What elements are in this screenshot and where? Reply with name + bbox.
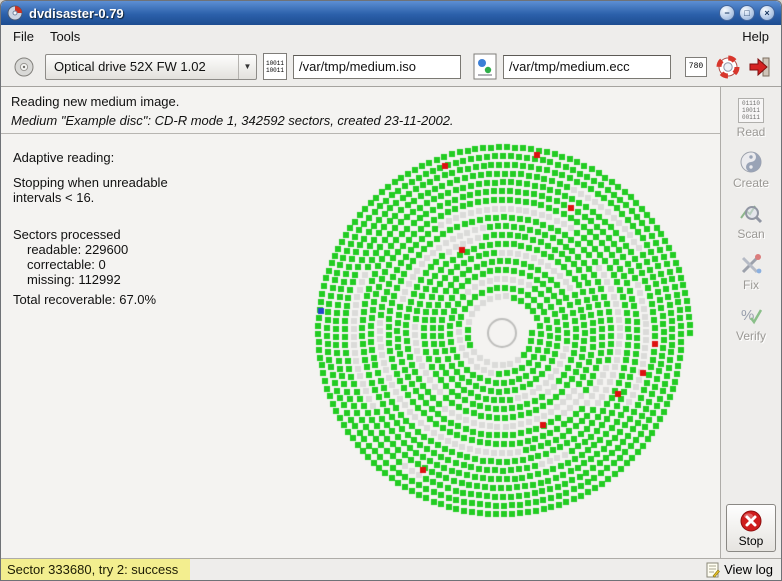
image-file-icon-text1: 10011 bbox=[266, 60, 284, 67]
scan-label: Scan bbox=[737, 227, 764, 241]
sector-spiral-canvas bbox=[307, 138, 697, 528]
preferences-icon-button[interactable]: 780 bbox=[683, 54, 709, 80]
status-line-primary: Reading new medium image. bbox=[11, 94, 710, 109]
minimize-icon[interactable]: − bbox=[719, 5, 735, 21]
verify-percent-icon: % bbox=[739, 303, 763, 327]
fix-button[interactable]: Fix bbox=[724, 249, 778, 295]
verify-button[interactable]: % Verify bbox=[724, 300, 778, 346]
quit-exit-icon bbox=[748, 55, 772, 79]
verify-label: Verify bbox=[736, 329, 766, 343]
adaptive-reading-heading: Adaptive reading: bbox=[13, 150, 168, 165]
drive-icon-button[interactable] bbox=[9, 52, 39, 82]
correctable-row: correctable: 0 bbox=[13, 257, 168, 272]
missing-label: missing: bbox=[27, 272, 75, 287]
ecc-file-input[interactable] bbox=[503, 55, 671, 79]
read-label: Read bbox=[737, 125, 766, 139]
action-sidebar: 01110 10011 00111 Read Create bbox=[721, 87, 781, 558]
chevron-down-icon: ▼ bbox=[238, 55, 256, 79]
drive-select-value: Optical drive 52X FW 1.02 bbox=[46, 59, 238, 74]
view-log-label: View log bbox=[724, 562, 773, 577]
status-line-medium-info: Medium "Example disc": CD-R mode 1, 3425… bbox=[11, 113, 710, 128]
create-button[interactable]: Create bbox=[724, 147, 778, 193]
yin-yang-create-icon bbox=[739, 150, 763, 174]
window-title: dvdisaster-0.79 bbox=[29, 6, 713, 21]
stop-label: Stop bbox=[739, 534, 764, 548]
body-row: Reading new medium image. Medium "Exampl… bbox=[1, 87, 781, 558]
status-area: Reading new medium image. Medium "Exampl… bbox=[1, 87, 720, 133]
preferences-icon: 780 bbox=[685, 57, 707, 77]
readable-label: readable: bbox=[27, 242, 81, 257]
correctable-label: correctable: bbox=[27, 257, 95, 272]
read-icon: 01110 10011 00111 bbox=[738, 98, 764, 123]
sectors-processed-heading: Sectors processed bbox=[13, 227, 168, 242]
maximize-icon[interactable]: □ bbox=[739, 5, 755, 21]
reading-content: Adaptive reading: Stopping when unreadab… bbox=[1, 134, 720, 558]
stop-button[interactable]: Stop bbox=[726, 504, 776, 552]
total-recoverable-line: Total recoverable: 67.0% bbox=[13, 292, 168, 307]
readable-row: readable: 229600 bbox=[13, 242, 168, 257]
read-button[interactable]: 01110 10011 00111 Read bbox=[724, 95, 778, 142]
quit-icon-button[interactable] bbox=[747, 54, 773, 80]
optical-drive-icon bbox=[12, 55, 36, 79]
readable-value: 229600 bbox=[85, 242, 128, 257]
missing-value: 112992 bbox=[78, 272, 120, 287]
view-log-icon bbox=[706, 562, 720, 578]
view-log-button[interactable]: View log bbox=[698, 562, 781, 578]
correctable-value: 0 bbox=[99, 257, 106, 272]
drive-select-combo[interactable]: Optical drive 52X FW 1.02 ▼ bbox=[45, 54, 257, 80]
read-icon-text3: 00111 bbox=[742, 114, 760, 121]
ecc-file-icon bbox=[473, 53, 497, 80]
lifebelt-help-icon bbox=[716, 55, 740, 79]
menu-file[interactable]: File bbox=[5, 27, 42, 46]
fix-tools-icon bbox=[739, 252, 763, 276]
sector-status-message: Sector 333680, try 2: success bbox=[1, 559, 190, 580]
strategy-line-2: intervals < 16. bbox=[13, 190, 168, 205]
menu-help[interactable]: Help bbox=[734, 27, 777, 46]
main-panel: Reading new medium image. Medium "Exampl… bbox=[1, 87, 721, 558]
create-label: Create bbox=[733, 176, 769, 190]
scan-magnifier-icon bbox=[739, 201, 763, 225]
stop-icon bbox=[739, 509, 763, 533]
toolbar: Optical drive 52X FW 1.02 ▼ 10011 10011 … bbox=[1, 47, 781, 87]
titlebar[interactable]: dvdisaster-0.79 − □ × bbox=[1, 1, 781, 25]
reading-info-text: Adaptive reading: Stopping when unreadab… bbox=[13, 150, 168, 307]
menu-tools[interactable]: Tools bbox=[42, 27, 88, 46]
statusbar: Sector 333680, try 2: success View log bbox=[1, 558, 781, 580]
read-icon-text1: 01110 bbox=[742, 100, 760, 107]
app-window: dvdisaster-0.79 − □ × File Tools Help Op… bbox=[0, 0, 782, 581]
strategy-line-1: Stopping when unreadable bbox=[13, 175, 168, 190]
missing-row: missing: 112992 bbox=[13, 272, 168, 287]
image-file-input[interactable] bbox=[293, 55, 461, 79]
fix-label: Fix bbox=[743, 278, 759, 292]
close-icon[interactable]: × bbox=[759, 5, 775, 21]
image-file-icon: 10011 10011 bbox=[263, 53, 287, 80]
help-icon-button[interactable] bbox=[715, 54, 741, 80]
app-icon bbox=[7, 5, 23, 21]
image-file-icon-text2: 10011 bbox=[266, 67, 284, 74]
read-icon-text2: 10011 bbox=[742, 107, 760, 114]
menubar: File Tools Help bbox=[1, 25, 781, 47]
preferences-icon-text: 780 bbox=[689, 62, 703, 71]
scan-button[interactable]: Scan bbox=[724, 198, 778, 244]
